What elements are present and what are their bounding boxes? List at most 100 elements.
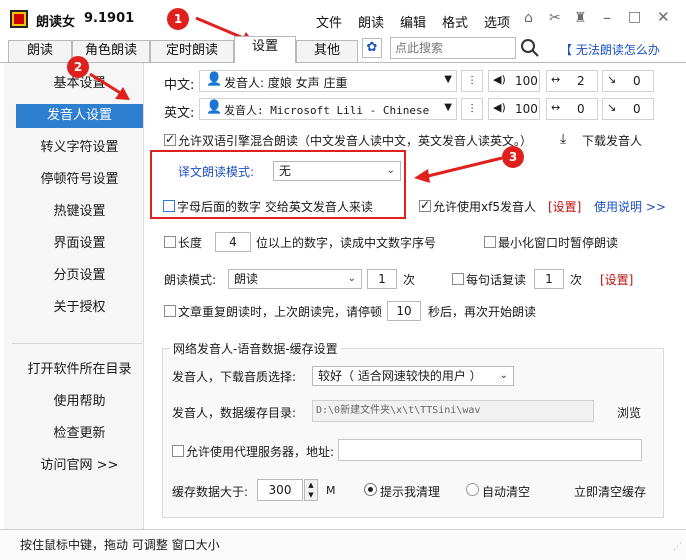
minimize-pause-checkbox[interactable]: [484, 236, 496, 248]
read-times-unit: 次: [403, 273, 416, 287]
help-link[interactable]: 【 无法朗读怎么办: [560, 41, 660, 58]
download-voice-link[interactable]: 下载发音人: [582, 132, 642, 149]
digits-checkbox[interactable]: [163, 200, 175, 212]
read-times-input[interactable]: 1: [367, 269, 397, 289]
cn-volume[interactable]: ◀) 100: [488, 70, 540, 92]
chevron-down-icon: ⌄: [386, 165, 395, 176]
article-repeat-label-b: 秒后，再次开始朗读: [428, 305, 537, 319]
sidebar-item-pause-symbols[interactable]: 停顿符号设置: [16, 168, 143, 192]
length-checkbox[interactable]: [164, 236, 176, 248]
sidebar-item-license[interactable]: 关于授权: [16, 296, 143, 320]
tab-timed-read[interactable]: 定时朗读: [150, 40, 234, 62]
en-speed-value: 0: [577, 102, 585, 116]
quality-select[interactable]: 较好（ 适合网速较快的用户 ） ⌄: [312, 366, 514, 386]
proxy-checkbox[interactable]: [172, 445, 184, 457]
tools-icon[interactable]: ✂: [549, 10, 561, 26]
home-icon[interactable]: ⌂: [524, 10, 533, 26]
auto-clear-radio[interactable]: [466, 483, 479, 496]
status-bar: 按住鼠标中键，拖动 可调整 窗口大小 ⋰: [0, 529, 686, 560]
annotation-arrow-2: [89, 72, 130, 100]
cache-dir-input[interactable]: D:\0新建文件夹\x\t\TTSini\wav: [312, 400, 594, 422]
app-title: 朗读女: [36, 15, 76, 30]
proxy-address-input[interactable]: [338, 439, 642, 461]
cn-label: 中文:: [164, 78, 195, 93]
read-mode-select[interactable]: 朗读 ⌄: [228, 269, 362, 289]
digits-label: 字母后面的数字 交给英文发音人来读: [177, 200, 373, 214]
volume-icon: ◀): [493, 73, 506, 86]
download-icon[interactable]: ⤓: [560, 131, 566, 147]
remind-clear-label: 提示我清理: [380, 485, 441, 499]
maximize-icon[interactable]: □: [628, 9, 641, 25]
minimize-icon[interactable]: –: [603, 8, 611, 27]
speed-icon: ↔: [551, 101, 561, 114]
cache-size-input[interactable]: 300: [257, 479, 303, 501]
cn-speed-value: 2: [577, 74, 585, 88]
sidebar-item-interface[interactable]: 界面设置: [16, 232, 143, 256]
xf5-checkbox[interactable]: [419, 198, 431, 212]
article-repeat-label-a: 文章重复朗读时，上次朗读完，请停顿: [178, 305, 383, 319]
sidebar-check-update[interactable]: 检查更新: [16, 422, 143, 446]
en-pitch-value: 0: [633, 102, 641, 116]
menu-edit[interactable]: 编辑: [400, 12, 426, 31]
resize-grip-icon[interactable]: ⋰: [673, 542, 682, 552]
close-icon[interactable]: ✕: [657, 8, 670, 26]
sidebar-item-paging[interactable]: 分页设置: [16, 264, 143, 288]
en-label: 英文:: [164, 106, 195, 121]
cn-tts-icon[interactable]: ⫶: [461, 70, 483, 92]
clear-cache-now-button[interactable]: 立即清空缓存: [574, 483, 646, 500]
remind-clear-radio[interactable]: [364, 483, 377, 496]
en-volume-value: 100: [515, 102, 538, 116]
app-logo-icon: [10, 10, 28, 28]
translate-mode-select[interactable]: 无 ⌄: [273, 161, 401, 181]
article-repeat-checkbox[interactable]: [164, 305, 176, 317]
tab-read[interactable]: 朗读: [8, 40, 72, 62]
cn-pitch[interactable]: ↘ 0: [602, 70, 654, 92]
sidebar-open-folder[interactable]: 打开软件所在目录: [16, 358, 143, 382]
repeat-settings-link[interactable]: [设置]: [600, 271, 633, 288]
menu-options[interactable]: 选项: [484, 12, 510, 31]
read-mode-value: 朗读: [234, 272, 259, 286]
paw-icon[interactable]: ✿: [362, 38, 382, 58]
pitch-icon: ↘: [607, 101, 617, 114]
browse-button[interactable]: 浏览: [617, 404, 641, 421]
tab-settings[interactable]: 设置: [234, 36, 296, 63]
menu-read[interactable]: 朗读: [358, 12, 384, 31]
auto-clear-label: 自动清空: [482, 485, 531, 499]
menu-file[interactable]: 文件: [316, 12, 342, 31]
length-input[interactable]: 4: [215, 232, 251, 252]
search-icon[interactable]: [520, 38, 540, 58]
en-voice-select[interactable]: 👤 发音人: Microsoft Lili - Chinese (C ▼: [199, 98, 457, 120]
menu-format[interactable]: 格式: [442, 12, 468, 31]
sidebar-item-voice[interactable]: 发音人设置: [16, 104, 143, 128]
shirt-icon[interactable]: ♜: [574, 10, 587, 26]
cache-size-stepper[interactable]: ▲ ▼: [304, 479, 318, 501]
search-input[interactable]: [390, 37, 516, 59]
sidebar-help[interactable]: 使用帮助: [16, 390, 143, 414]
article-repeat-input[interactable]: 10: [387, 301, 421, 321]
chevron-down-icon: ⌄: [347, 273, 356, 284]
en-speed[interactable]: ↔ 0: [546, 98, 598, 120]
sidebar: 基本设置 发音人设置 转义字符设置 停顿符号设置 热键设置 界面设置 分页设置 …: [4, 63, 144, 529]
cn-speed[interactable]: ↔ 2: [546, 70, 598, 92]
cn-volume-value: 100: [515, 74, 538, 88]
repeat-sentence-checkbox[interactable]: [452, 273, 464, 285]
sidebar-item-escape-chars[interactable]: 转义字符设置: [16, 136, 143, 160]
mix-engines-checkbox[interactable]: [164, 132, 176, 146]
sidebar-item-hotkeys[interactable]: 热键设置: [16, 200, 143, 224]
en-tts-icon[interactable]: ⫶: [461, 98, 483, 120]
repeat-times-input[interactable]: 1: [534, 269, 564, 289]
cache-dir-label: 发音人，数据缓存目录:: [172, 406, 297, 420]
translate-mode-label: 译文朗读模式:: [178, 165, 255, 179]
en-voice-value: 发音人: Microsoft Lili - Chinese (C: [224, 104, 430, 117]
usage-link[interactable]: 使用说明 >>: [594, 198, 666, 215]
sidebar-visit-website[interactable]: 访问官网 >>: [16, 454, 143, 478]
app-version: 9.1901: [84, 11, 135, 26]
radio-dot: [368, 487, 373, 492]
en-volume[interactable]: ◀) 100: [488, 98, 540, 120]
xf5-settings-link[interactable]: [设置]: [548, 198, 581, 215]
en-pitch[interactable]: ↘ 0: [602, 98, 654, 120]
cn-voice-select[interactable]: 👤 发音人: 度娘 女声 庄重 ▼: [199, 70, 457, 92]
tab-other[interactable]: 其他: [296, 40, 358, 62]
cache-size-label: 缓存数据大于:: [172, 485, 249, 499]
translate-mode-value: 无: [279, 164, 292, 178]
